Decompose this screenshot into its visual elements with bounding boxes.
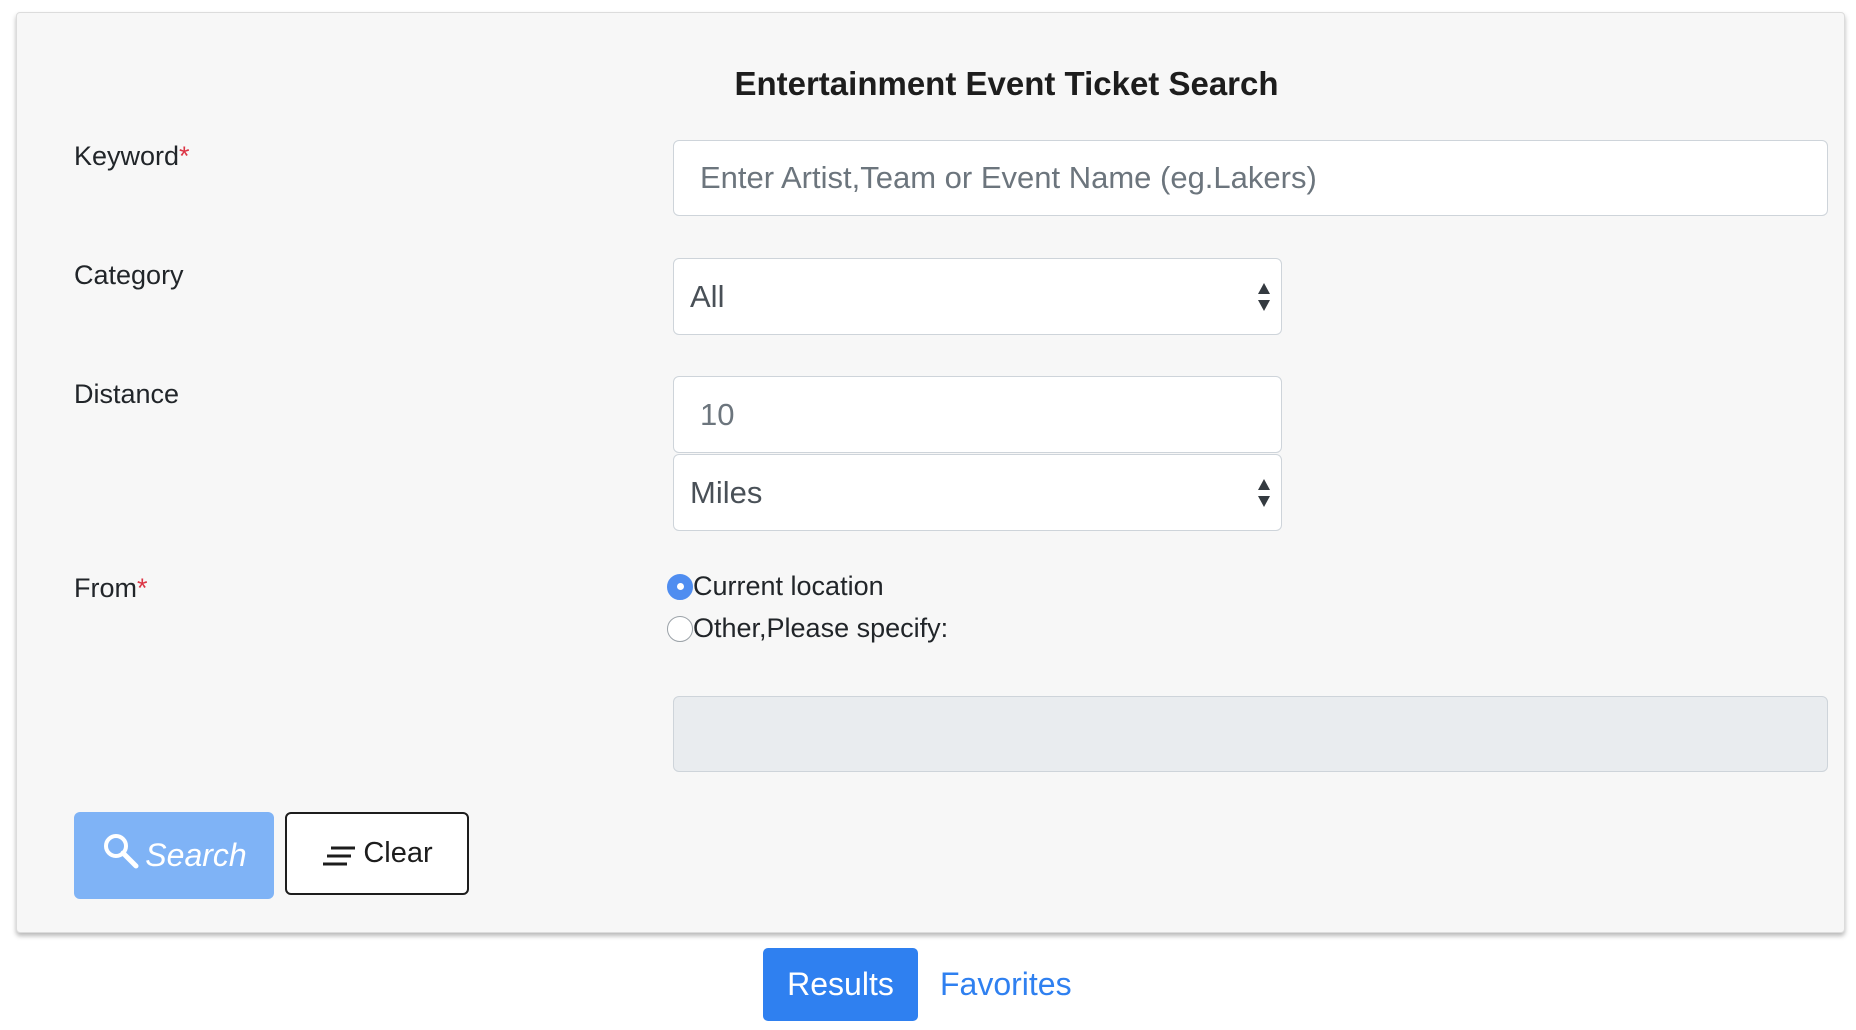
radio-current-location[interactable]: Current location (667, 571, 884, 602)
search-button[interactable]: Search (74, 812, 274, 899)
search-form-panel: Entertainment Event Ticket Search Keywor… (16, 12, 1845, 933)
category-label: Category (74, 260, 184, 290)
keyword-input[interactable]: Enter Artist,Team or Event Name (eg.Lake… (673, 140, 1828, 216)
form-title: Entertainment Event Ticket Search (734, 65, 1279, 102)
required-mark: * (179, 141, 190, 171)
clear-button[interactable]: Clear (285, 812, 469, 895)
radio-unchecked-icon[interactable] (667, 615, 693, 642)
select-arrows-icon (1258, 282, 1270, 311)
distance-unit-select[interactable]: Miles (673, 454, 1282, 531)
required-mark: * (137, 573, 148, 603)
clear-all-icon (323, 846, 356, 865)
tab-results[interactable]: Results (763, 948, 918, 1021)
other-location-input (673, 696, 1828, 772)
category-select[interactable]: All (673, 258, 1282, 335)
radio-checked-icon[interactable] (667, 573, 693, 600)
distance-input[interactable]: 10 (673, 376, 1282, 453)
keyword-label: Keyword* (74, 141, 190, 171)
search-icon (104, 833, 139, 868)
tab-favorites[interactable]: Favorites (940, 948, 1072, 1021)
radio-other-location[interactable]: Other,Please specify: (667, 613, 948, 644)
distance-label: Distance (74, 379, 180, 409)
from-label: From* (74, 573, 148, 603)
select-arrows-icon (1258, 478, 1270, 507)
